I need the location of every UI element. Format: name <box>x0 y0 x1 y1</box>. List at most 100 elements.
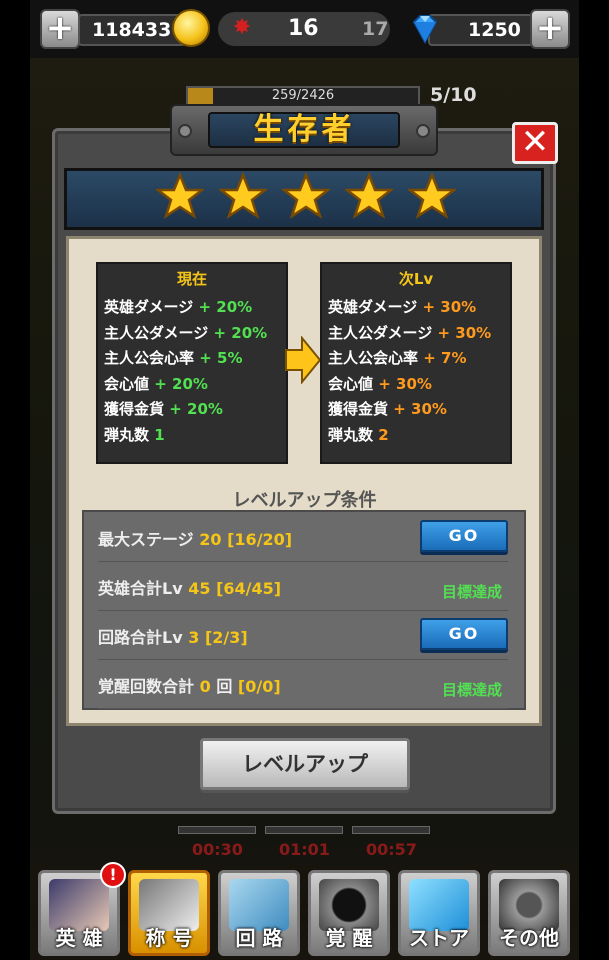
next-stats-box: 次Lv 英雄ダメージ + 30% 主人公ダメージ + 30% 主人公会心率 + 7%… <box>320 262 512 464</box>
xp-bar: 259/2426 <box>186 86 420 106</box>
stat-value: + 7% <box>423 349 467 367</box>
condition-target: 20 <box>199 530 222 549</box>
condition-progress: [64/45] <box>216 579 282 598</box>
stat-label: 主人公ダメージ <box>328 323 433 342</box>
nav-item-label: 回 路 <box>235 926 283 950</box>
stat-line: 主人公会心率 + 7% <box>328 347 467 368</box>
stage-progress: 5/10 <box>430 84 477 106</box>
next-stats-header: 次Lv <box>398 270 434 288</box>
condition-target: 0 <box>199 677 211 696</box>
stat-line: 英雄ダメージ + 30% <box>328 296 476 317</box>
stat-line: 英雄ダメージ + 20% <box>104 296 252 317</box>
stat-label: 主人公会心率 <box>328 349 419 367</box>
stat-label: 会心値 <box>104 374 150 393</box>
gem-counter: 1250 <box>428 14 534 46</box>
arrow-right-icon <box>285 336 322 384</box>
condition-row: 回路合計Lv 3 [2/3] GO <box>98 612 508 660</box>
nav-item[interactable]: その他 <box>488 870 570 956</box>
nav-item[interactable]: ストア <box>398 870 480 956</box>
stat-line: 弾丸数 2 <box>328 424 389 445</box>
stat-value: + 30% <box>393 400 447 418</box>
stat-value: + 20% <box>169 400 223 418</box>
condition-label: 回路合計Lv <box>98 628 183 647</box>
timer-text: 00:57 <box>366 840 417 859</box>
current-stats-box: 現在 英雄ダメージ + 20% 主人公ダメージ + 20% 主人公会心率 + 5% 会… <box>96 262 288 464</box>
coin-amount: 118433 <box>92 19 172 41</box>
next-level: 17 <box>362 18 389 40</box>
condition-progress: [16/20] <box>227 530 293 549</box>
timer-text: 01:01 <box>279 840 330 859</box>
condition-text: 最大ステージ 20 [16/20] <box>98 526 292 550</box>
star-icon <box>156 172 204 219</box>
condition-text: 覚醒回数合計 0 回 [0/0] <box>98 673 281 697</box>
demon-icon: ✸ <box>232 15 252 40</box>
nav-item-label: 英 雄 <box>55 926 103 950</box>
star-icon <box>345 172 393 219</box>
condition-row: 覚醒回数合計 0 回 [0/0] 目標達成 <box>98 661 508 709</box>
stat-label: 英雄ダメージ <box>328 298 418 316</box>
stat-line: 獲得金貨 + 20% <box>104 398 223 419</box>
star-icon <box>282 172 330 219</box>
nav-item[interactable]: 称 号 <box>128 870 210 956</box>
stat-label: 弾丸数 <box>328 425 374 444</box>
stat-label: 会心値 <box>328 374 374 393</box>
nav-item[interactable]: 覚 醒 <box>308 870 390 956</box>
timer-bar <box>178 826 256 834</box>
stat-line: 獲得金貨 + 30% <box>328 398 447 419</box>
stat-value: + 30% <box>422 298 477 316</box>
nav-item-label: その他 <box>499 926 559 950</box>
condition-progress: [0/0] <box>237 677 281 696</box>
condition-target: 45 <box>188 579 211 598</box>
timer-bar <box>352 826 430 834</box>
condition-achieved: 目標達成 <box>441 583 502 601</box>
star-icon <box>219 172 267 219</box>
stat-line: 主人公ダメージ + 30% <box>328 322 491 343</box>
stat-value: + 30% <box>437 323 492 342</box>
level-up-button[interactable]: レベルアップ <box>200 738 410 790</box>
stat-label: 主人公ダメージ <box>104 323 209 342</box>
condition-achieved: 目標達成 <box>441 681 502 699</box>
add-gems-button[interactable]: + <box>530 9 570 49</box>
stat-label: 主人公会心率 <box>104 349 195 367</box>
timer-bar <box>265 826 343 834</box>
condition-label: 英雄合計Lv <box>98 579 183 598</box>
close-button[interactable]: ✕ <box>512 122 558 164</box>
stat-label: 英雄ダメージ <box>104 298 194 316</box>
stat-value: + 20% <box>198 298 253 316</box>
stat-value: + 30% <box>378 374 432 393</box>
nav-item[interactable]: 回 路 <box>218 870 300 956</box>
player-level: 16 <box>288 16 319 41</box>
condition-text: 回路合計Lv 3 [2/3] <box>98 624 248 648</box>
stat-value: + 20% <box>154 374 208 393</box>
stat-label: 獲得金貨 <box>104 400 165 418</box>
stat-line: 弾丸数 1 <box>104 424 165 445</box>
stat-line: 主人公ダメージ + 20% <box>104 322 267 343</box>
star-icon <box>408 172 456 219</box>
gem-amount: 1250 <box>468 19 521 41</box>
conditions-title: レベルアップ条件 <box>232 490 377 511</box>
condition-unit: 回 <box>216 677 233 696</box>
xp-text: 259/2426 <box>271 88 335 103</box>
alert-badge-icon: ! <box>100 862 126 888</box>
nav-item-label: 称 号 <box>145 926 193 950</box>
go-button[interactable]: GO <box>420 618 508 650</box>
condition-row: 英雄合計Lv 45 [64/45] 目標達成 <box>98 563 508 611</box>
condition-progress: [2/3] <box>204 628 248 647</box>
condition-label: 覚醒回数合計 <box>98 677 195 696</box>
conditions-box: 最大ステージ 20 [16/20] GO 英雄合計Lv 45 [64/45] 目標… <box>82 510 526 710</box>
stat-value: 1 <box>154 425 165 444</box>
stat-label: 弾丸数 <box>104 425 150 444</box>
stat-value: + 5% <box>199 349 243 367</box>
go-button[interactable]: GO <box>420 520 508 552</box>
stat-value: 2 <box>378 425 389 444</box>
stat-label: 獲得金貨 <box>328 400 389 418</box>
stat-line: 会心値 + 30% <box>328 373 432 394</box>
coin-icon <box>172 9 210 47</box>
diamond-icon <box>412 15 438 45</box>
condition-target: 3 <box>188 628 200 647</box>
add-coins-button[interactable]: + <box>40 9 80 49</box>
nav-item-label: ストア <box>409 926 469 950</box>
condition-text: 英雄合計Lv 45 [64/45] <box>98 575 281 599</box>
stat-line: 主人公会心率 + 5% <box>104 347 243 368</box>
condition-row: 最大ステージ 20 [16/20] GO <box>98 514 508 562</box>
